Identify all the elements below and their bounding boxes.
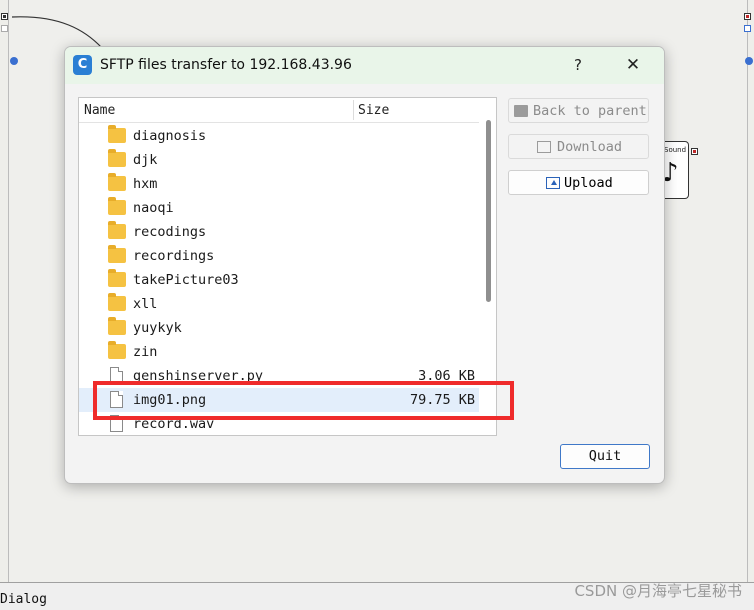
folder-row[interactable]: djk xyxy=(79,148,479,172)
upload-icon xyxy=(546,177,560,189)
sound-output-port-icon[interactable] xyxy=(691,148,698,155)
file-list-header: Name Size xyxy=(79,98,479,123)
file-name: yuykyk xyxy=(133,320,182,336)
download-icon xyxy=(537,141,551,153)
download-button[interactable]: Download xyxy=(508,134,649,159)
folder-icon xyxy=(108,317,126,335)
secondary-port-icon[interactable] xyxy=(1,25,8,32)
annotation-highlight-box xyxy=(93,381,514,420)
file-name: zin xyxy=(133,344,158,360)
back-folder-icon xyxy=(514,105,528,117)
folder-icon xyxy=(108,173,126,191)
status-text: Dialog xyxy=(0,592,47,607)
column-header-size[interactable]: Size xyxy=(358,103,389,118)
close-button[interactable]: ✕ xyxy=(618,53,648,77)
folder-icon xyxy=(108,197,126,215)
folder-row[interactable]: recodings xyxy=(79,220,479,244)
back-to-parent-label: Back to parent xyxy=(533,103,647,119)
upload-button[interactable]: Upload xyxy=(508,170,649,195)
upload-label: Upload xyxy=(564,175,613,191)
folder-icon xyxy=(108,341,126,359)
folder-icon xyxy=(108,125,126,143)
sound-box-label: Sound xyxy=(664,146,687,154)
blue-connector-icon[interactable] xyxy=(10,57,18,65)
back-to-parent-button[interactable]: Back to parent xyxy=(508,98,649,123)
file-name: takePicture03 xyxy=(133,272,239,288)
file-name: diagnosis xyxy=(133,128,207,144)
folder-icon xyxy=(108,245,126,263)
folder-row[interactable]: recordings xyxy=(79,244,479,268)
folder-row[interactable]: takePicture03 xyxy=(79,268,479,292)
folder-icon xyxy=(108,269,126,287)
file-name: hxm xyxy=(133,176,158,192)
blue-connector-right-icon[interactable] xyxy=(745,57,753,65)
file-name: recordings xyxy=(133,248,215,264)
dialog-title: SFTP files transfer to 192.168.43.96 xyxy=(100,57,352,73)
app-logo-icon: C xyxy=(73,55,92,75)
file-name: xll xyxy=(133,296,158,312)
folder-icon xyxy=(108,149,126,167)
file-name: recodings xyxy=(133,224,207,240)
output-port-2-icon[interactable] xyxy=(744,25,751,32)
file-name: naoqi xyxy=(133,200,174,216)
scrollbar-thumb[interactable] xyxy=(486,120,491,302)
download-label: Download xyxy=(557,139,623,155)
folder-row[interactable]: zin xyxy=(79,340,479,364)
folder-icon xyxy=(108,221,126,239)
watermark: CSDN @月海亭七星秘书 xyxy=(574,582,742,600)
help-button[interactable]: ? xyxy=(563,53,593,77)
folder-icon xyxy=(108,293,126,311)
file-name: djk xyxy=(133,152,158,168)
folder-row[interactable]: yuykyk xyxy=(79,316,479,340)
quit-button[interactable]: Quit xyxy=(560,444,650,469)
folder-row[interactable]: xll xyxy=(79,292,479,316)
column-header-name[interactable]: Name xyxy=(84,103,115,118)
dialog-titlebar[interactable]: C SFTP files transfer to 192.168.43.96 ?… xyxy=(65,47,664,84)
folder-row[interactable]: hxm xyxy=(79,172,479,196)
output-port-icon[interactable] xyxy=(744,13,751,20)
column-divider[interactable] xyxy=(353,100,354,120)
input-port-icon[interactable] xyxy=(1,13,8,20)
folder-row[interactable]: naoqi xyxy=(79,196,479,220)
folder-row[interactable]: diagnosis xyxy=(79,124,479,148)
